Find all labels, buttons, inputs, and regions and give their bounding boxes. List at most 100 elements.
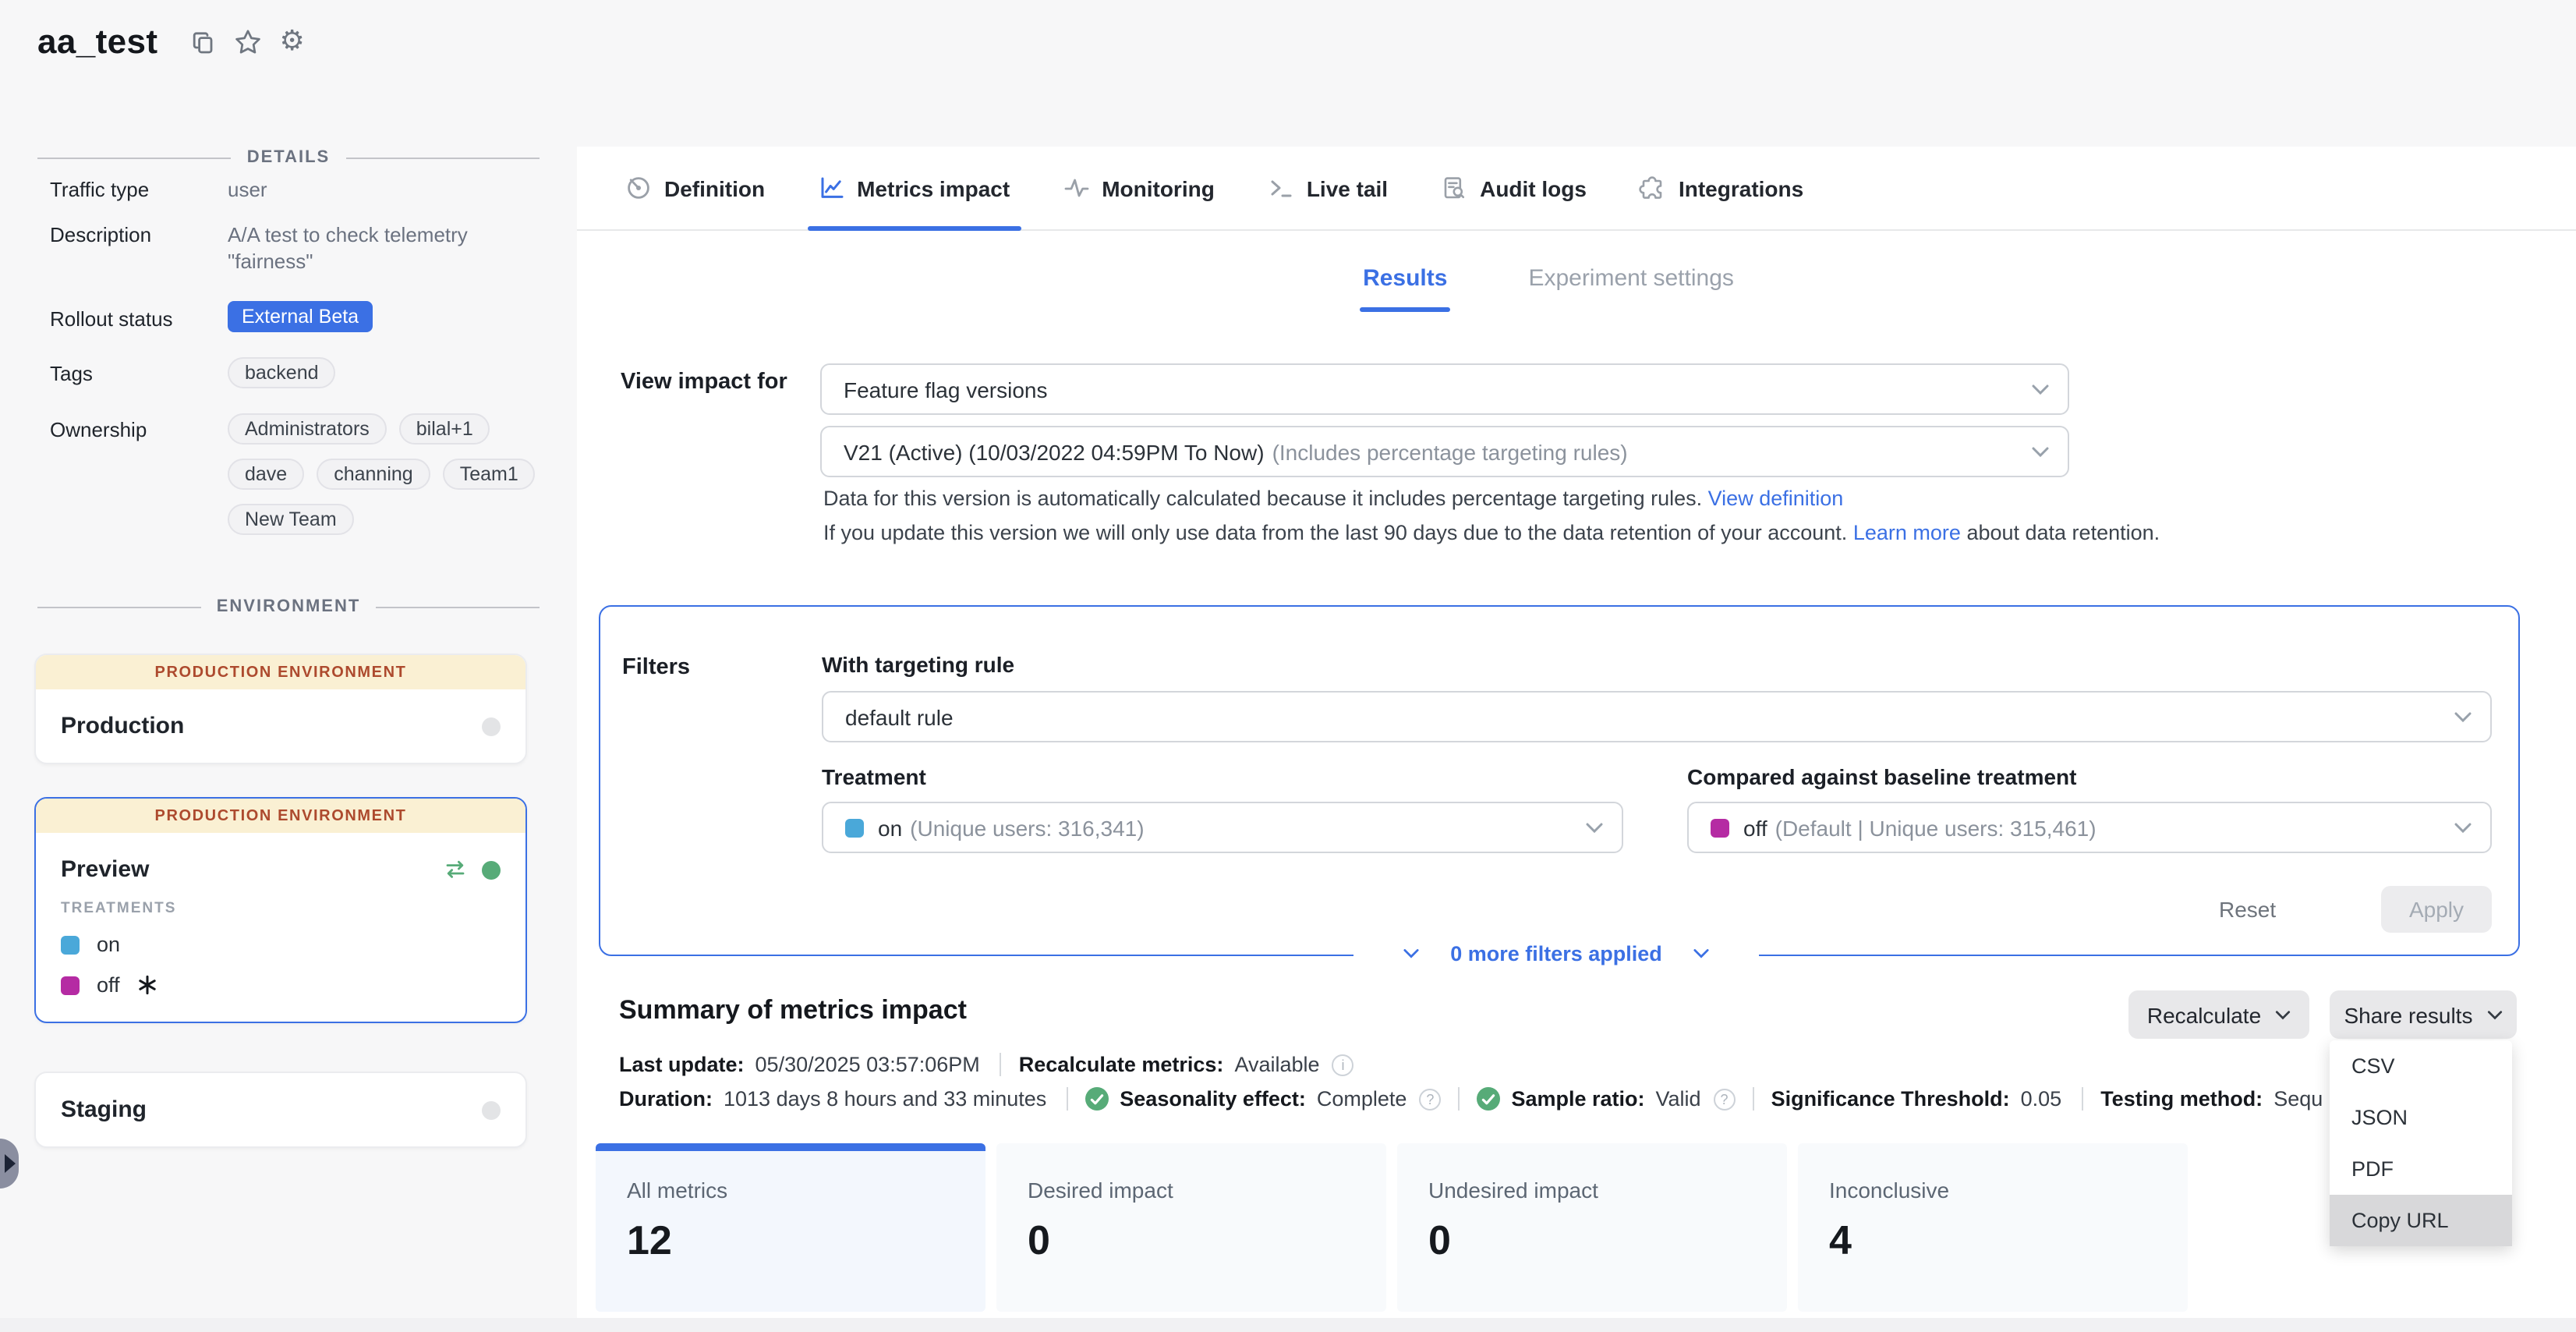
tab-definition[interactable]: Definition — [625, 147, 765, 229]
meta-separator — [1000, 1053, 1002, 1076]
summary-meta-row-2: Duration: 1013 days 8 hours and 33 minut… — [619, 1087, 2323, 1111]
duration-value: 1013 days 8 hours and 33 minutes — [724, 1087, 1046, 1111]
metric-card-label: Undesired impact — [1428, 1178, 1756, 1203]
menu-item-pdf[interactable]: PDF — [2330, 1143, 2512, 1195]
production-environment-banner: PRODUCTION ENVIRONMENT — [36, 799, 525, 833]
environment-card-staging[interactable]: Staging — [34, 1072, 527, 1148]
chevron-down-icon — [2275, 1010, 2291, 1019]
impact-scope-select[interactable]: Feature flag versions — [820, 363, 2069, 415]
gear-icon[interactable]: ⚙ — [279, 28, 304, 56]
environment-status-dot — [482, 1100, 501, 1119]
environment-card-production[interactable]: PRODUCTION ENVIRONMENT Production — [34, 654, 527, 764]
menu-item-csv[interactable]: CSV — [2330, 1040, 2512, 1092]
meta-separator — [1753, 1087, 1754, 1111]
treatment-off-swatch — [1711, 818, 1729, 837]
targeting-rule-select[interactable]: default rule — [822, 691, 2492, 742]
metric-card-value: 4 — [1829, 1217, 2157, 1265]
tab-live-tail[interactable]: Live tail — [1268, 147, 1388, 229]
info-icon[interactable]: i — [1332, 1054, 1354, 1075]
owner-pill[interactable]: channing — [317, 458, 430, 489]
baseline-select[interactable]: off (Default | Unique users: 315,461) — [1687, 802, 2492, 853]
treatment-on-swatch — [845, 818, 864, 837]
menu-item-json[interactable]: JSON — [2330, 1092, 2512, 1143]
rollout-status-badge[interactable]: External Beta — [228, 300, 373, 331]
data-retention-note-text: If you update this version we will only … — [823, 521, 1847, 544]
owner-pill[interactable]: bilal+1 — [399, 413, 490, 444]
owner-pill[interactable]: Team1 — [443, 458, 536, 489]
tab-label: Metrics impact — [857, 175, 1010, 200]
tag-pill[interactable]: backend — [228, 356, 336, 388]
monitoring-icon — [1063, 175, 1089, 201]
check-circle-icon — [1085, 1087, 1109, 1111]
metrics-impact-panel: Results Experiment settings View impact … — [577, 231, 2576, 1318]
view-definition-link[interactable]: View definition — [1708, 487, 1844, 510]
metric-card-undesired-impact[interactable]: Undesired impact 0 — [1397, 1143, 1787, 1312]
owner-pill[interactable]: dave — [228, 458, 304, 489]
baseline-label: Compared against baseline treatment — [1687, 764, 2077, 789]
environment-card-preview[interactable]: PRODUCTION ENVIRONMENT Preview TREATMENT… — [34, 797, 527, 1023]
metric-summary-cards: All metrics 12 Desired impact 0 Undesire… — [596, 1143, 2188, 1312]
meta-separator — [1067, 1087, 1068, 1111]
question-icon[interactable]: ? — [1714, 1088, 1736, 1110]
tab-label: Integrations — [1679, 175, 1803, 200]
baseline-select-value: off — [1743, 815, 1767, 840]
environment-name: Production — [61, 713, 184, 739]
page-title: aa_test — [37, 22, 157, 62]
seasonality-label: Seasonality effect: — [1120, 1087, 1306, 1111]
treatment-select[interactable]: on (Unique users: 316,341) — [822, 802, 1623, 853]
tags-label: Tags — [50, 356, 228, 388]
learn-more-link[interactable]: Learn more — [1853, 521, 1961, 544]
version-auto-note-text: Data for this version is automatically c… — [823, 487, 1702, 510]
swap-treatments-icon[interactable] — [443, 859, 468, 880]
star-icon[interactable] — [234, 28, 262, 56]
testing-method-value: Sequential — [2273, 1087, 2323, 1111]
more-filters-toggle[interactable]: 0 more filters applied — [1353, 936, 1759, 970]
baseline-select-detail: (Default | Unique users: 315,461) — [1775, 815, 2097, 840]
metric-card-all-metrics[interactable]: All metrics 12 — [596, 1143, 985, 1312]
treatments-label: TREATMENTS — [61, 900, 501, 917]
treatment-name: on — [97, 933, 120, 956]
owner-pill[interactable]: New Team — [228, 503, 354, 534]
environment-section-label: ENVIRONMENT — [217, 597, 361, 616]
recalculate-button[interactable]: Recalculate — [2128, 990, 2309, 1039]
treatments-list: TREATMENTS on off — [36, 900, 525, 1022]
subtab-experiment-settings[interactable]: Experiment settings — [1528, 265, 1733, 312]
impact-scope-value: Feature flag versions — [844, 377, 1047, 402]
owner-pill[interactable]: Administrators — [228, 413, 387, 444]
description-label: Description — [50, 223, 228, 276]
tab-metrics-impact[interactable]: Metrics impact — [818, 147, 1010, 229]
reset-button[interactable]: Reset — [2219, 897, 2276, 922]
chevron-down-icon — [2032, 384, 2049, 395]
duration-label: Duration: — [619, 1087, 713, 1111]
tab-audit-logs[interactable]: Audit logs — [1441, 147, 1587, 229]
environment-name: Staging — [61, 1096, 147, 1123]
sidebar-collapse-handle[interactable] — [0, 1139, 19, 1189]
treatment-label: Treatment — [822, 764, 926, 789]
environment-status-dot — [482, 717, 501, 735]
copy-icon[interactable] — [190, 29, 217, 55]
default-treatment-asterisk-icon — [137, 975, 157, 995]
metric-card-inconclusive[interactable]: Inconclusive 4 — [1798, 1143, 2188, 1312]
recalculate-metrics-label: Recalculate metrics: — [1019, 1053, 1224, 1076]
check-circle-icon — [1477, 1087, 1500, 1111]
tab-label: Definition — [664, 175, 765, 200]
tab-integrations[interactable]: Integrations — [1640, 147, 1803, 229]
tab-bar: Definition Metrics impact Monitoring Liv… — [577, 147, 2576, 231]
apply-button[interactable]: Apply — [2381, 886, 2492, 933]
menu-item-copy-url[interactable]: Copy URL — [2330, 1195, 2512, 1246]
version-select[interactable]: V21 (Active) (10/03/2022 04:59PM To Now)… — [820, 426, 2069, 477]
filters-title: Filters — [622, 655, 690, 680]
tab-monitoring[interactable]: Monitoring — [1063, 147, 1215, 229]
question-icon[interactable]: ? — [1419, 1088, 1441, 1110]
metric-card-desired-impact[interactable]: Desired impact 0 — [996, 1143, 1386, 1312]
metric-card-label: Inconclusive — [1829, 1178, 2157, 1203]
treatment-off-swatch — [61, 976, 80, 994]
main-area: Definition Metrics impact Monitoring Liv… — [577, 0, 2576, 1332]
environment-name: Preview — [61, 856, 149, 883]
traffic-type-value: user — [228, 178, 540, 204]
subtab-results[interactable]: Results — [1363, 265, 1447, 312]
chevron-down-icon — [2486, 1010, 2502, 1019]
integrations-icon — [1640, 175, 1666, 201]
share-results-button[interactable]: Share results — [2330, 990, 2517, 1039]
ownership-row: Ownership Administrators bilal+1 dave ch… — [50, 413, 549, 534]
